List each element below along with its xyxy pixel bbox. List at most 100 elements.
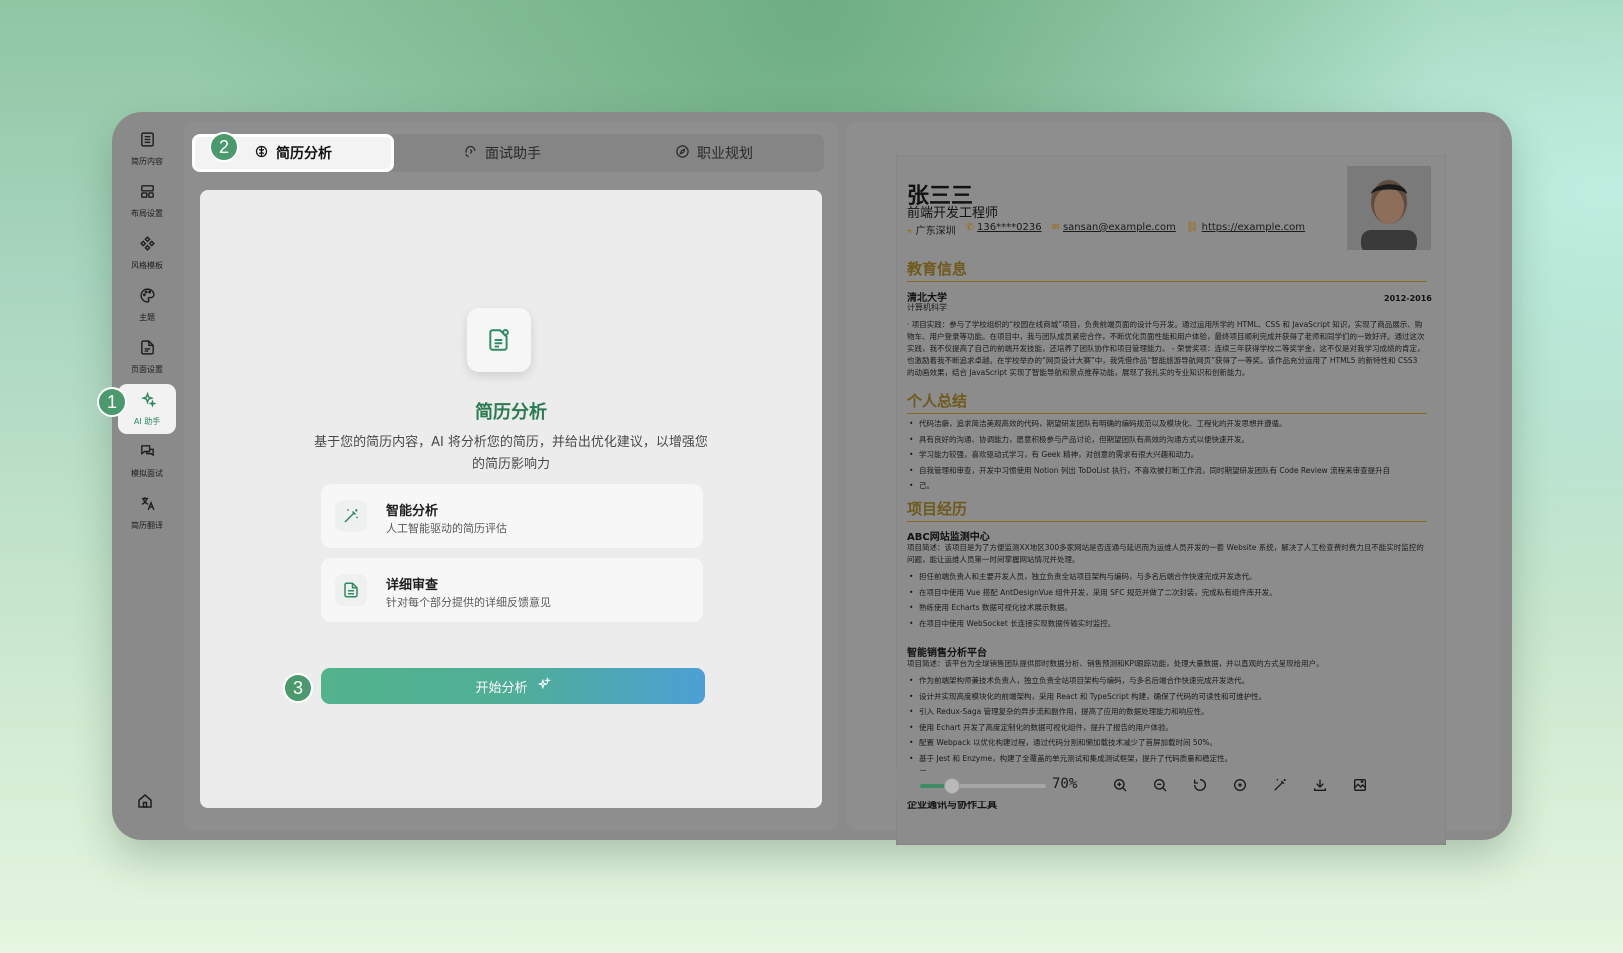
tab-label: 简历分析 (276, 146, 332, 162)
contact-website[interactable]: ⛓ https://example.com (1186, 222, 1305, 237)
contact-location: ⌖ 广东深圳 (907, 226, 956, 237)
download-icon (1312, 778, 1328, 797)
contact-email[interactable]: ✉ sansan@example.com (1052, 222, 1176, 237)
feature-detailed-review: 详细审查 针对每个部分提供的详细反馈意见 (321, 558, 703, 622)
project-description: 项目简述：该平台为全球销售团队提供即时数据分析、销售预测和KPI跟踪功能，处理大… (907, 659, 1324, 668)
sidebar-item-label: 主题 (139, 313, 155, 322)
magic-wand-icon (335, 500, 367, 532)
download-button[interactable] (1312, 777, 1330, 795)
start-button-label: 开始分析 (475, 680, 528, 696)
project-description: 项目简述：该项目是为了方便监测XX地区300多家网站是否连通与延迟而为运维人员开… (907, 543, 1424, 564)
magic-button[interactable] (1272, 777, 1290, 795)
phone-icon: ✆ (965, 222, 975, 233)
tab-career-planning[interactable]: 职业规划 (612, 134, 816, 172)
list-item: 在项目中使用 WebSocket 长连接实现数据传输实时监控。 (907, 616, 1427, 632)
list-item: 熟练使用 Echarts 数据可视化技术展示数据。 (907, 600, 1427, 616)
palette-icon (139, 287, 156, 308)
list-item: 学习能力较强，喜欢驱动式学习，有 Geek 精神，对创意的需求有很大兴趣和动力。 (907, 447, 1427, 463)
list-item: 配置 Webpack 以优化构建过程，通过代码分割和懒加载技术减少了首屏加载时间… (907, 735, 1427, 751)
start-analysis-button[interactable]: 开始分析 (321, 668, 705, 704)
list-item: 自我管理和审查，开发中习惯使用 Notion 列出 ToDoList 执行，不喜… (907, 463, 1427, 479)
zoom-level: 70% (1052, 776, 1078, 792)
feature-subtitle: 针对每个部分提供的详细反馈意见 (386, 596, 551, 609)
resume-contact: ⌖ 广东深圳 ✆ 136****0236 ✉ sansan@example.com ⛓… (907, 222, 1305, 237)
education-details: · 项目实践：参与了学校组织的“校园在线商城”项目，负责前端页面的设计与开发。通… (907, 320, 1425, 377)
profile-photo (1347, 166, 1431, 250)
sidebar-item-layout[interactable]: 布局设置 (118, 176, 176, 226)
sidebar-item-template[interactable]: 风格模板 (118, 228, 176, 278)
list-item: 引入 Redux-Saga 管理复杂的异步流和副作用，提高了应用的数据处理能力和… (907, 704, 1427, 720)
sidebar-item-label: AI 助手 (133, 417, 161, 426)
summary-list: 代码洁癖，追求简洁美观高效的代码，期望研发团队有明确的编码规范以及模块化、工程化… (907, 416, 1427, 494)
major: 计算机科学 (907, 303, 947, 312)
analysis-description: 基于您的简历内容，AI 将分析您的简历，并给出优化建议，以增强您的简历影响力 (314, 435, 708, 472)
export-image-button[interactable] (1352, 777, 1370, 795)
list-item: 设计并实现高度模块化的前端架构，采用 React 和 TypeScript 构建… (907, 689, 1427, 705)
resume-analysis-icon (467, 308, 531, 372)
image-export-icon (1352, 778, 1368, 797)
chat-icon (139, 443, 156, 464)
zoom-out-icon (1152, 778, 1168, 797)
list-item: 具有良好的沟通、协调能力，愿意积极参与产品讨论，但期望团队有高效的沟通方式以便快… (907, 432, 1427, 448)
tab-label: 面试助手 (485, 146, 541, 162)
sidebar-item-page[interactable]: 页面设置 (118, 332, 176, 382)
tab-label: 职业规划 (697, 146, 753, 162)
layout-icon (139, 183, 156, 204)
brain-icon (254, 144, 276, 163)
list-icon (139, 131, 156, 152)
section-projects: 项目经历 (907, 498, 1427, 522)
feature-subtitle: 人工智能驱动的简历评估 (386, 522, 507, 535)
sidebar: 简历内容 布局设置 风格模板 主题 页面设置 AI 助手 模拟面试 简历翻译 (112, 112, 180, 840)
compass-icon (675, 144, 697, 163)
feature-title: 智能分析 (386, 504, 439, 519)
reset-icon (1192, 778, 1208, 797)
tab-interview-assistant[interactable]: 面试助手 (400, 134, 604, 172)
preview-toolbar: 70% (896, 771, 1380, 801)
list-item: 代码洁癖，追求简洁美观高效的代码，期望研发团队有明确的编码规范以及模块化、工程化… (907, 416, 1427, 432)
feature-title: 详细审查 (386, 578, 439, 593)
section-summary: 个人总结 (907, 390, 1427, 414)
sidebar-item-label: 简历翻译 (131, 521, 163, 530)
reset-button[interactable] (1192, 777, 1210, 795)
step-marker-2: 2 (209, 132, 239, 162)
document-icon (335, 574, 367, 606)
sidebar-item-label: 风格模板 (131, 261, 163, 270)
translate-icon (139, 495, 156, 516)
list-item: 使用 Echart 开发了高度定制化的数据可视化组件，提升了报告的用户体验。 (907, 720, 1427, 736)
sidebar-item-label: 页面设置 (131, 365, 163, 374)
project-bullets: 担任前端负责人和主要开发人员，独立负责全站项目架构与编码，与多名后端合作快速完成… (907, 569, 1427, 631)
page-icon (139, 339, 156, 360)
list-item: 己。 (907, 478, 1427, 494)
link-icon: ⛓ (1185, 222, 1199, 233)
project-name: 智能销售分析平台 (907, 648, 987, 659)
list-item: 作为前端架构师兼技术负责人，独立负责全站项目架构与编码，与多名后端合作快速完成开… (907, 673, 1427, 689)
project-name: ABC网站监测中心 (907, 532, 990, 543)
zoom-slider-handle[interactable] (943, 778, 960, 794)
sidebar-item-content[interactable]: 简历内容 (118, 124, 176, 174)
sidebar-item-mock-interview[interactable]: 模拟面试 (118, 436, 176, 486)
sparkles-icon (528, 676, 551, 695)
home-button[interactable] (136, 792, 156, 812)
magic-icon (1272, 778, 1288, 797)
resume-preview: 张三三 前端开发工程师 ⌖ 广东深圳 ✆ 136****0236 ✉ sansan@e… (896, 155, 1446, 845)
step-marker-3: 3 (283, 673, 313, 703)
contact-phone[interactable]: ✆ 136****0236 (966, 222, 1042, 237)
sidebar-item-theme[interactable]: 主题 (118, 280, 176, 330)
sidebar-item-label: 布局设置 (131, 209, 163, 218)
resume-role: 前端开发工程师 (907, 206, 999, 221)
sidebar-item-ai-assistant[interactable]: AI 助手 (118, 384, 176, 434)
zoom-out-button[interactable] (1152, 777, 1170, 795)
zoom-in-button[interactable] (1112, 777, 1130, 795)
feature-smart-analysis: 智能分析 人工智能驱动的简历评估 (321, 484, 703, 548)
center-icon (1232, 778, 1248, 797)
section-education: 教育信息 (907, 258, 1427, 282)
step-marker-1: 1 (97, 387, 127, 417)
sidebar-item-label: 简历内容 (131, 157, 163, 166)
list-item: 基于 Jest 和 Enzyme，构建了全覆盖的单元测试和集成测试框架，提升了代… (907, 751, 1427, 767)
sidebar-item-translate[interactable]: 简历翻译 (118, 488, 176, 538)
center-button[interactable] (1232, 777, 1250, 795)
location-icon: ⌖ (907, 226, 913, 237)
sparkles-icon (139, 391, 157, 412)
zoom-in-icon (1112, 778, 1128, 797)
sidebar-item-label: 模拟面试 (131, 469, 163, 478)
